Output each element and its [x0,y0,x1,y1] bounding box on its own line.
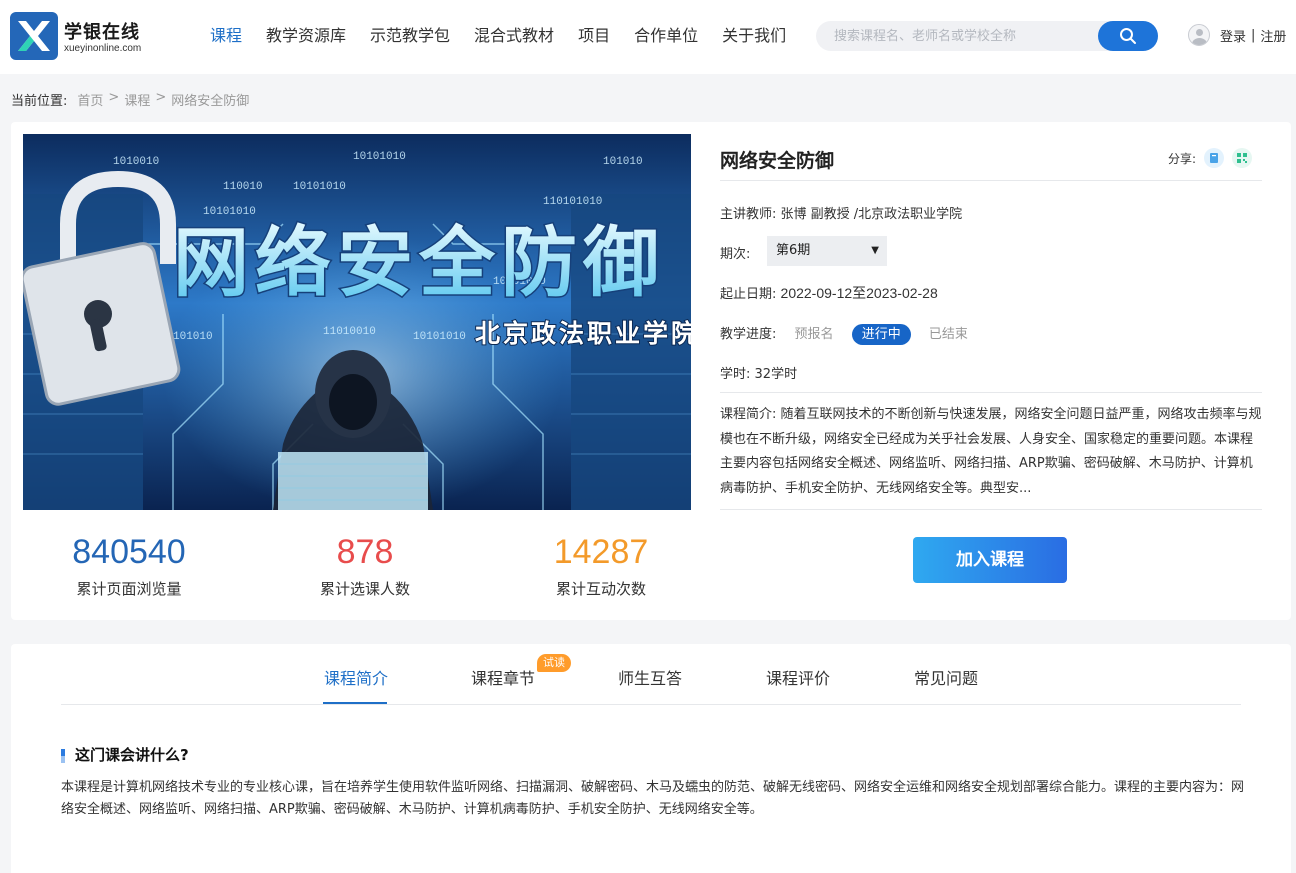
banner-binary: 101010 [173,331,213,343]
dates-row: 起止日期: 2022-09-12至2023-02-28 [720,283,938,303]
progress-step-ended: 已结束 [928,327,968,342]
join-course-button[interactable]: 加入课程 [913,537,1067,583]
hours-label: 学时: [720,367,751,382]
share-book-icon[interactable] [1204,148,1224,168]
banner-binary: 110010 [223,181,263,193]
banner-binary: 10101010 [203,206,256,218]
tab-active-indicator [323,702,387,704]
progress-step-preregister: 预报名 [794,327,834,342]
tab-faq[interactable]: 常见问题 [914,665,978,689]
stat-enrolled: 878 累计选课人数 [265,530,465,599]
breadcrumb-current: 网络安全防御 [171,94,250,109]
site-header: 学银在线 xueyinonline.com 课程 教学资源库 示范教学包 混合式… [0,0,1296,74]
stat-interactions: 14287 累计互动次数 [501,530,701,599]
divider [720,180,1262,181]
avatar[interactable] [1188,24,1210,46]
nav-projects[interactable]: 项目 [566,24,622,48]
dropdown-arrow-icon: ▼ [871,245,879,256]
nav-about[interactable]: 关于我们 [710,24,798,48]
tab-reviews[interactable]: 课程评价 [766,665,830,689]
banner-binary: 11010010 [323,326,376,338]
nav-course[interactable]: 课程 [198,24,254,48]
section-text: 本课程是计算机网络技术专业的专业核心课，旨在培养学生使用软件监听网络、扫描漏洞、… [61,780,1245,817]
banner-binary: 110101010 [543,196,602,208]
section-marker [61,749,65,763]
intro-text: 随着互联网技术的不断创新与快速发展，网络安全问题日益严重，网络攻击频率与规模也在… [720,407,1262,496]
period-label: 期次: [720,247,751,262]
brand-name: 学银在线 [64,22,140,43]
divider [720,392,1262,393]
stat-views-label: 累计页面浏览量 [76,580,182,598]
period-select[interactable]: 第6期 ▼ [767,236,887,266]
banner-binary: 1010010 [113,156,159,168]
period-value: 第6期 [776,243,811,258]
progress-step-ongoing: 进行中 [851,324,911,345]
course-intro: 课程简介: 随着互联网技术的不断创新与快速发展，网络安全问题日益严重，网络攻击频… [720,403,1262,501]
search-input[interactable] [816,21,1098,51]
main-nav: 课程 教学资源库 示范教学包 混合式教材 项目 合作单位 关于我们 [198,24,798,48]
dates-value: 2022-09-12至2023-02-28 [780,285,938,301]
course-card: 1010010 110010 10101010 10101010 1101001… [11,122,1291,620]
breadcrumb-course[interactable]: 课程 [124,90,150,109]
banner-binary: 10101010 [293,181,346,193]
stat-views-value: 840540 [72,533,186,571]
share-qrcode-icon[interactable] [1232,148,1252,168]
register-link[interactable]: 注册 [1260,26,1286,45]
stat-enrolled-label: 累计选课人数 [319,580,410,598]
teacher-value: 张博 副教授 /北京政法职业学院 [780,207,963,222]
nav-blended-textbook[interactable]: 混合式教材 [462,24,566,48]
course-detail-card: 课程简介 课程章节 试读 师生互答 课程评价 常见问题 这门课会讲什么? 本课程… [11,644,1291,873]
progress-row: 教学进度: 预报名 进行中 已结束 [720,323,968,345]
divider [720,509,1262,510]
share-bar: 分享: [1168,148,1252,168]
banner-subtitle: 北京政法职业学院 [475,319,691,348]
tabs-divider [61,704,1241,705]
brand-domain: xueyinonline.com [64,43,142,54]
hours-value: 32学时 [754,367,798,382]
banner-title: 网络安全防御 [173,218,665,307]
tab-qa[interactable]: 师生互答 [618,665,682,689]
course-banner: 1010010 110010 10101010 10101010 1101001… [23,134,691,510]
breadcrumb-arrow: > [155,90,167,105]
section-title: 这门课会讲什么? [75,746,189,764]
login-link[interactable]: 登录 [1220,26,1246,45]
course-stats: 840540 累计页面浏览量 878 累计选课人数 14287 累计互动次数 [23,530,691,610]
user-area: 登录 | 注册 [1188,24,1286,46]
search-box [816,21,1158,51]
stat-interactions-label: 累计互动次数 [555,580,646,598]
breadcrumb-label: 当前位置: [11,94,68,109]
search-button[interactable] [1098,21,1158,51]
nav-resource-library[interactable]: 教学资源库 [254,24,358,48]
period-row: 期次: 第6期 ▼ [720,236,887,266]
course-title: 网络安全防御 [720,150,835,172]
search-icon [1120,28,1136,44]
course-info: 网络安全防御 分享: 主讲教师: 张博 副教授 /北京政法职业学院 期次: 第6… [720,122,1262,620]
nav-partners[interactable]: 合作单位 [622,24,710,48]
share-label: 分享: [1167,151,1196,166]
site-logo[interactable] [10,12,58,60]
banner-binary: 101010 [603,156,643,168]
stat-enrolled-value: 878 [336,533,394,571]
trial-badge: 试读 [537,654,571,672]
intro-label: 课程简介: [720,407,777,422]
teacher-label: 主讲教师: [720,207,777,222]
nav-demo-package[interactable]: 示范教学包 [358,24,462,48]
stat-views: 840540 累计页面浏览量 [29,530,229,599]
hours-row: 学时: 32学时 [720,363,797,382]
tab-chapters[interactable]: 课程章节 [471,665,535,689]
teacher-row: 主讲教师: 张博 副教授 /北京政法职业学院 [720,203,962,222]
stat-interactions-value: 14287 [553,533,649,571]
dates-label: 起止日期: [720,287,777,302]
progress-label: 教学进度: [720,327,777,342]
banner-binary: 10101010 [353,151,406,163]
breadcrumb: 当前位置: 首页 > 课程 > 网络安全防御 [11,90,249,109]
breadcrumb-arrow: > [108,90,120,105]
banner-binary: 10101010 [413,331,466,343]
login-divider: | [1251,27,1256,43]
tab-intro[interactable]: 课程简介 [324,665,388,689]
breadcrumb-home[interactable]: 首页 [77,90,103,109]
